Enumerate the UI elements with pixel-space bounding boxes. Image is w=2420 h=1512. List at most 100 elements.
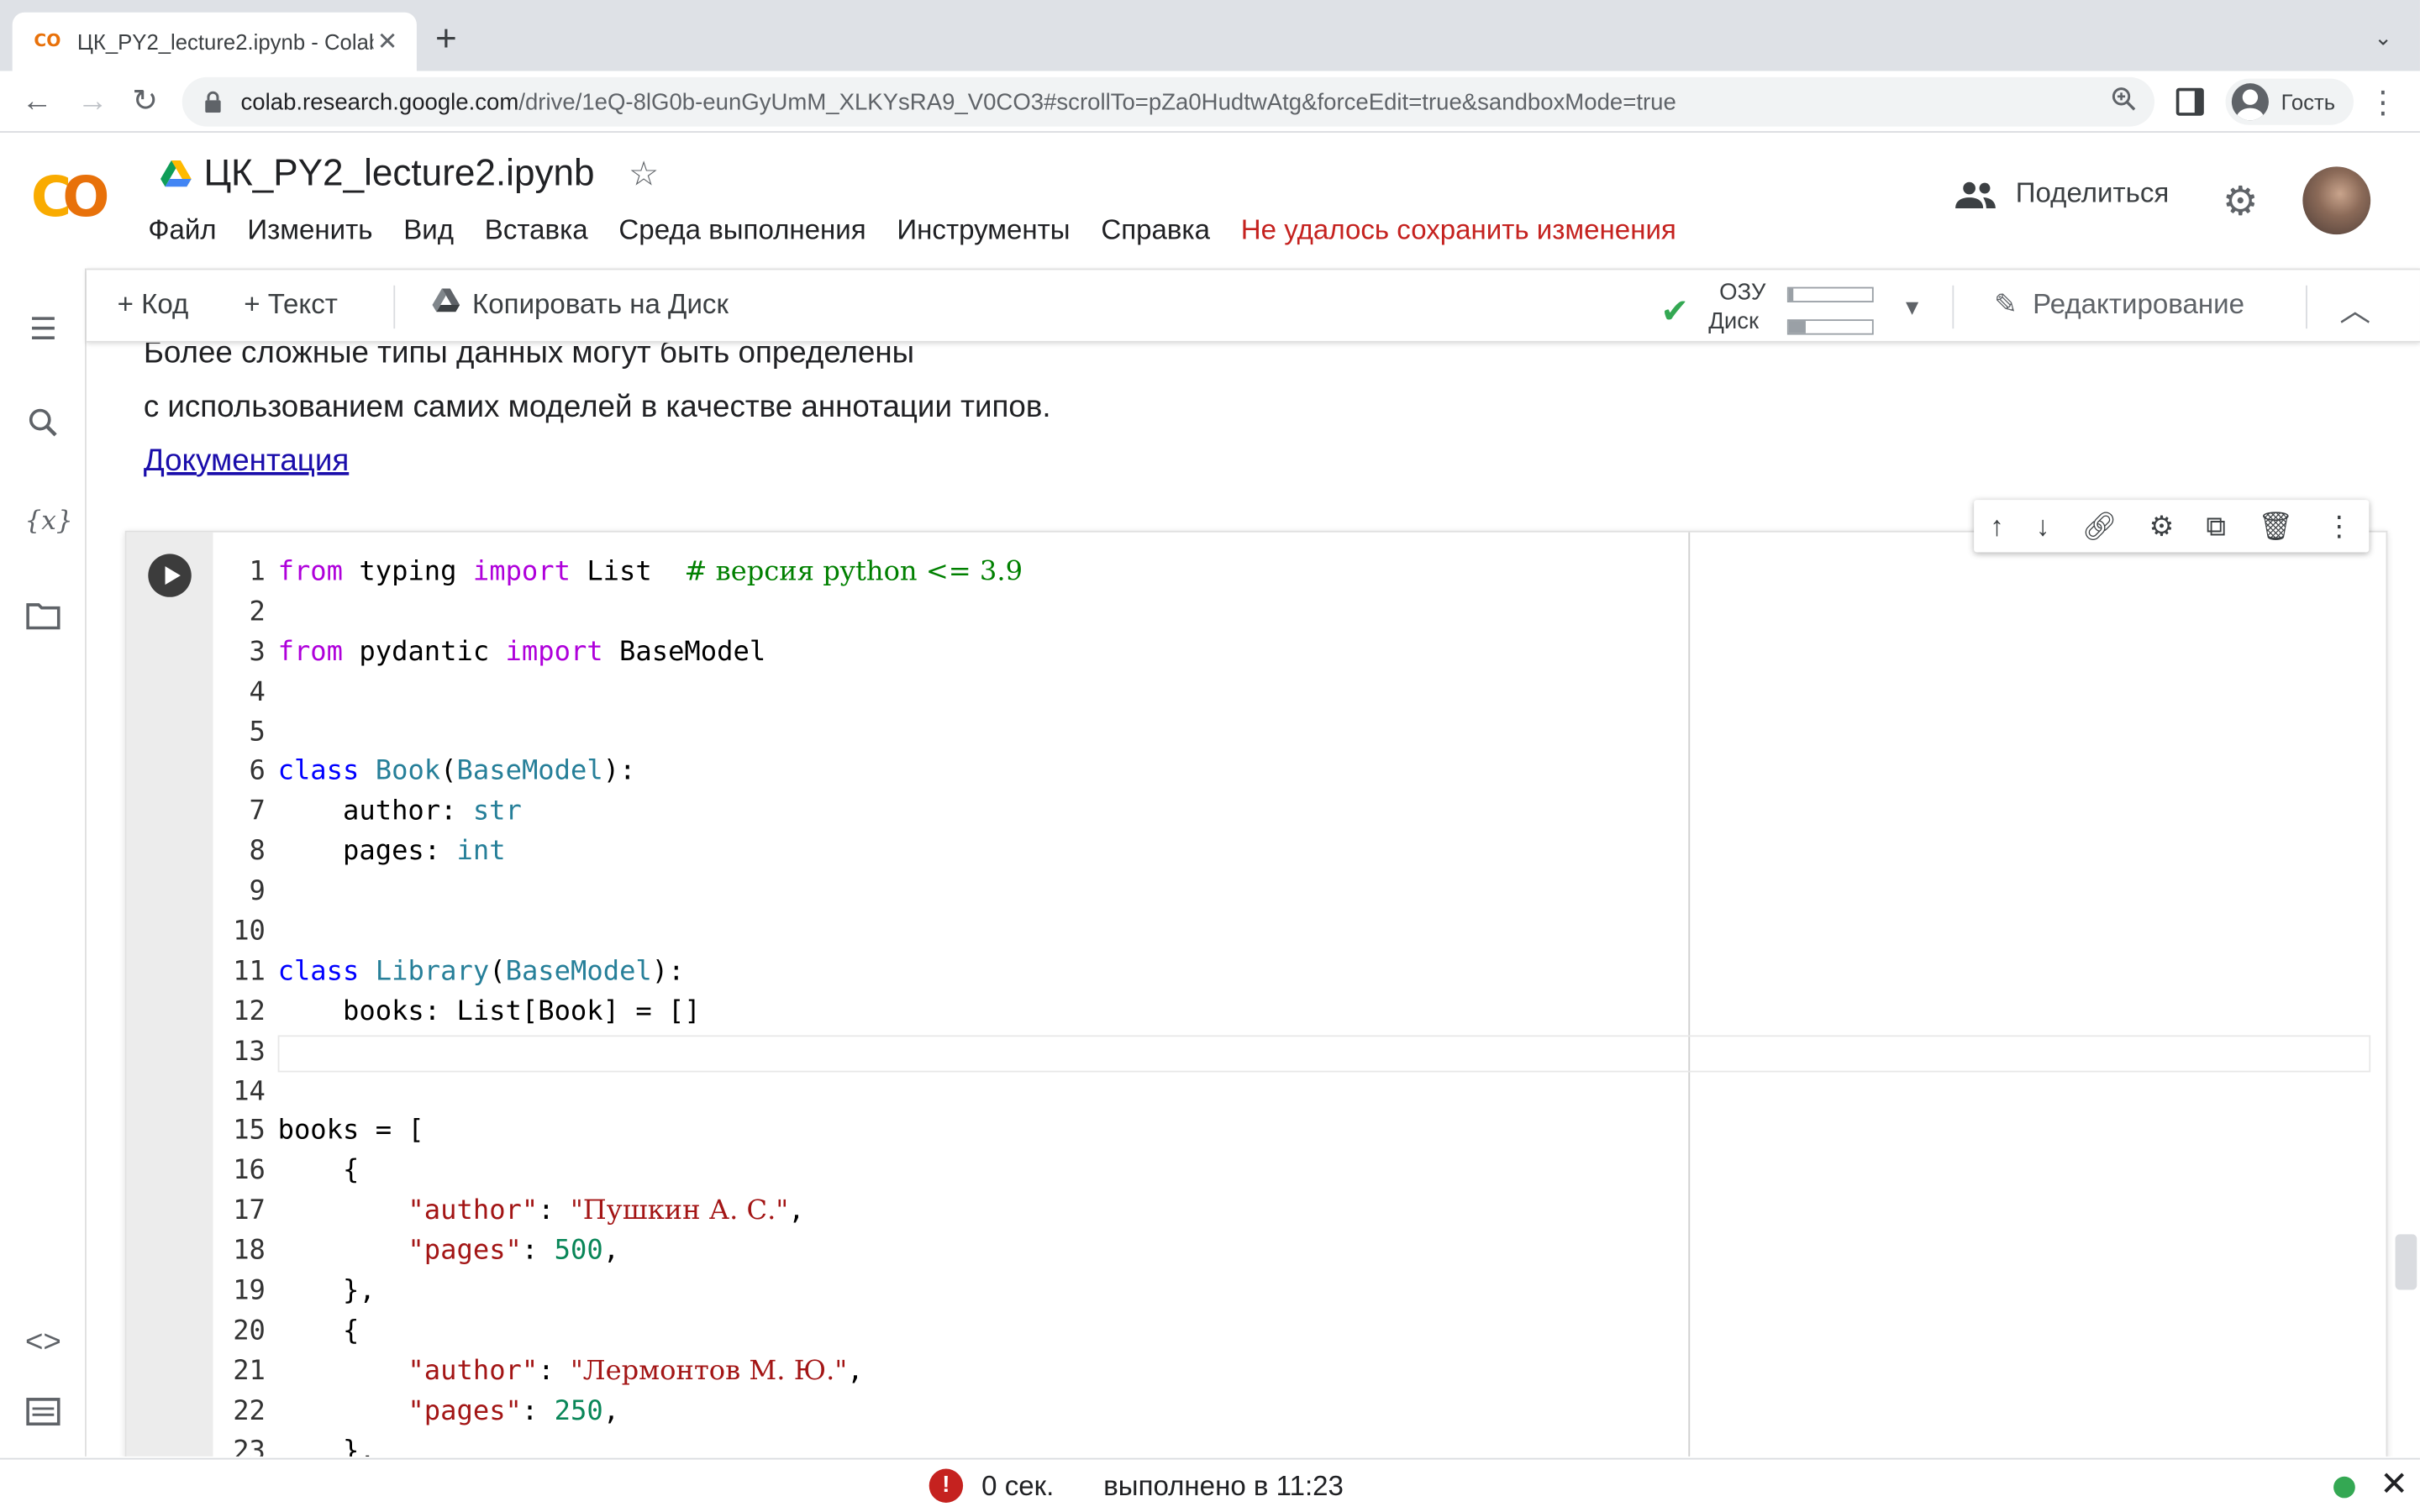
- add-text-button[interactable]: + Текст: [244, 288, 338, 321]
- code-line: 17 "author": "Пушкин А. С.",: [233, 1195, 805, 1227]
- variables-icon[interactable]: {x}: [24, 503, 72, 540]
- pencil-icon: ✎: [1994, 288, 2018, 320]
- link-icon[interactable]: 🔗︎: [2081, 510, 2117, 543]
- tab-title: ЦК_PY2_lecture2.ipynb - Colab: [76, 29, 374, 55]
- share-button[interactable]: Поделиться: [1954, 177, 2169, 210]
- code-line: 20 {: [233, 1315, 360, 1347]
- disk-bar: [1786, 319, 1874, 335]
- notebook-title: ЦК_PY2_lecture2.ipynb ☆: [160, 153, 659, 196]
- share-label: Поделиться: [2015, 177, 2170, 208]
- drive-copy-icon: [432, 288, 460, 321]
- toolbar-divider: [1952, 285, 1954, 329]
- code-line: 4: [249, 676, 266, 708]
- avatar[interactable]: [2302, 166, 2371, 235]
- left-sidebar: ☰ {x} <>: [0, 268, 87, 1457]
- terminal-icon[interactable]: [24, 1398, 61, 1435]
- code-line: 12 books: List[Book] = []: [233, 996, 701, 1027]
- copy-to-drive-button[interactable]: Копировать на Диск: [432, 288, 729, 321]
- move-down-icon[interactable]: ↓: [2036, 510, 2050, 543]
- chevron-up-icon[interactable]: ︿: [2339, 286, 2370, 330]
- browser-tab[interactable]: CO ЦК_PY2_lecture2.ipynb - Colab ✕: [12, 12, 417, 71]
- kebab-icon[interactable]: ⋮: [2367, 83, 2398, 122]
- menu-tools[interactable]: Инструменты: [897, 214, 1070, 247]
- menu-view[interactable]: Вид: [403, 214, 454, 247]
- add-code-button[interactable]: + Код: [118, 288, 189, 321]
- code-line: 19 },: [233, 1276, 376, 1307]
- reload-icon[interactable]: ↻: [127, 83, 164, 120]
- zoom-icon[interactable]: [2112, 87, 2136, 119]
- profile-button[interactable]: Гость: [2225, 78, 2354, 125]
- resources-indicator[interactable]: ✔ ОЗУ Диск ▼: [1660, 276, 1985, 338]
- check-icon: ✔: [1660, 291, 1690, 331]
- toc-icon[interactable]: ☰: [24, 312, 61, 349]
- code-line: 9: [249, 876, 266, 908]
- copy-to-drive-label: Копировать на Диск: [472, 288, 729, 320]
- lock-icon: [203, 91, 225, 113]
- menu-insert[interactable]: Вставка: [485, 214, 588, 247]
- caret-down-icon[interactable]: ▼: [1902, 295, 1923, 319]
- menu-help[interactable]: Справка: [1101, 214, 1210, 247]
- menu-runtime[interactable]: Среда выполнения: [618, 214, 865, 247]
- text-line: Более сложные типы данных могут быть опр…: [143, 342, 915, 370]
- notebook-name[interactable]: ЦК_PY2_lecture2.ipynb: [203, 153, 594, 196]
- edit-mode-button[interactable]: ✎ Редактирование: [1994, 288, 2244, 321]
- status-bar: ! 0 сек. выполнено в 11:23 ✕: [0, 1457, 2420, 1512]
- code-line: 14: [233, 1076, 266, 1107]
- side-panel-icon[interactable]: [2175, 87, 2204, 116]
- save-warning[interactable]: Не удалось сохранить изменения: [1241, 214, 1676, 247]
- cell-toolbar: ↑ ↓ 🔗︎ ⚙ ⧉ 🗑︎ ⋮: [1974, 500, 2370, 553]
- code-line: 13: [233, 1036, 266, 1068]
- scrollbar-thumb[interactable]: [2395, 1234, 2417, 1290]
- code-cell[interactable]: 1 from typing import List # версия python…: [124, 530, 2388, 1457]
- close-icon[interactable]: ✕: [2380, 1464, 2408, 1504]
- mirror-cell-icon[interactable]: ⧉: [2206, 510, 2226, 543]
- colab-logo[interactable]: CO: [31, 167, 110, 229]
- tab-search-icon[interactable]: ⌄: [2374, 24, 2392, 50]
- code-line: 21 "author": "Лермонтов М. Ю.",: [233, 1356, 864, 1387]
- gear-icon[interactable]: ⚙: [2223, 181, 2259, 221]
- colab-header: CO ЦК_PY2_lecture2.ipynb ☆ Файл Изменить…: [0, 134, 2420, 267]
- edit-mode-label: Редактирование: [2033, 288, 2244, 320]
- gear-icon[interactable]: ⚙: [2149, 510, 2175, 543]
- kebab-icon[interactable]: ⋮: [2325, 510, 2353, 543]
- disk-label: Диск: [1708, 308, 1760, 335]
- ram-bar-fill: [1788, 288, 1793, 302]
- star-icon[interactable]: ☆: [629, 155, 659, 195]
- disk-bar-fill: [1788, 321, 1806, 333]
- execution-completed: выполнено в 11:23: [1103, 1470, 1344, 1502]
- code-snippets-icon[interactable]: <>: [24, 1324, 61, 1361]
- url-host: colab.research.google.com: [240, 88, 519, 115]
- forward-icon[interactable]: →: [74, 83, 111, 120]
- code-line: 15 books = [: [233, 1116, 424, 1147]
- menu-file[interactable]: Файл: [148, 214, 216, 247]
- back-icon[interactable]: ←: [18, 83, 55, 120]
- search-icon[interactable]: [24, 407, 61, 444]
- text-line: с использованием самих моделей в качеств…: [143, 390, 1051, 425]
- ram-bar: [1786, 286, 1874, 302]
- code-line: 2: [249, 596, 266, 628]
- move-up-icon[interactable]: ↑: [1990, 510, 2004, 543]
- browser-toolbar: ← → ↻ colab.research.google.com/drive/1e…: [0, 71, 2420, 133]
- new-tab-icon[interactable]: +: [435, 21, 457, 59]
- notebook-toolbar: + Код + Текст Копировать на Диск ✔ ОЗУ Д…: [86, 268, 2420, 343]
- drive-icon[interactable]: [160, 160, 192, 188]
- ram-label: ОЗУ: [1719, 279, 1766, 306]
- close-tab-icon[interactable]: ✕: [373, 26, 401, 57]
- status-dot-icon: [2333, 1476, 2355, 1499]
- tab-strip: CO ЦК_PY2_lecture2.ipynb - Colab ✕ + ⌄: [0, 0, 2420, 71]
- run-icon[interactable]: [148, 554, 192, 597]
- execution-duration: 0 сек.: [981, 1470, 1055, 1502]
- address-bar[interactable]: colab.research.google.com/drive/1eQ-8lG0…: [182, 76, 2155, 127]
- delete-icon[interactable]: 🗑︎: [2258, 510, 2293, 543]
- folder-icon[interactable]: [24, 601, 61, 638]
- code-line: 16 {: [233, 1156, 360, 1188]
- text-cell[interactable]: Более сложные типы данных могут быть опр…: [144, 343, 1051, 489]
- code-line: 10: [233, 916, 266, 948]
- documentation-link[interactable]: Документация: [144, 444, 349, 478]
- code-line: 3 from pydantic import BaseModel: [249, 637, 766, 668]
- code-line: 7 author: str: [249, 796, 522, 828]
- code-editor[interactable]: 1 from typing import List # версия python…: [213, 554, 2386, 1457]
- menu-edit[interactable]: Изменить: [247, 214, 372, 247]
- error-icon[interactable]: !: [929, 1468, 964, 1503]
- url-path: /drive/1eQ-8lG0b-eunGyUmM_XLKYsRA9_V0CO3…: [518, 88, 1676, 115]
